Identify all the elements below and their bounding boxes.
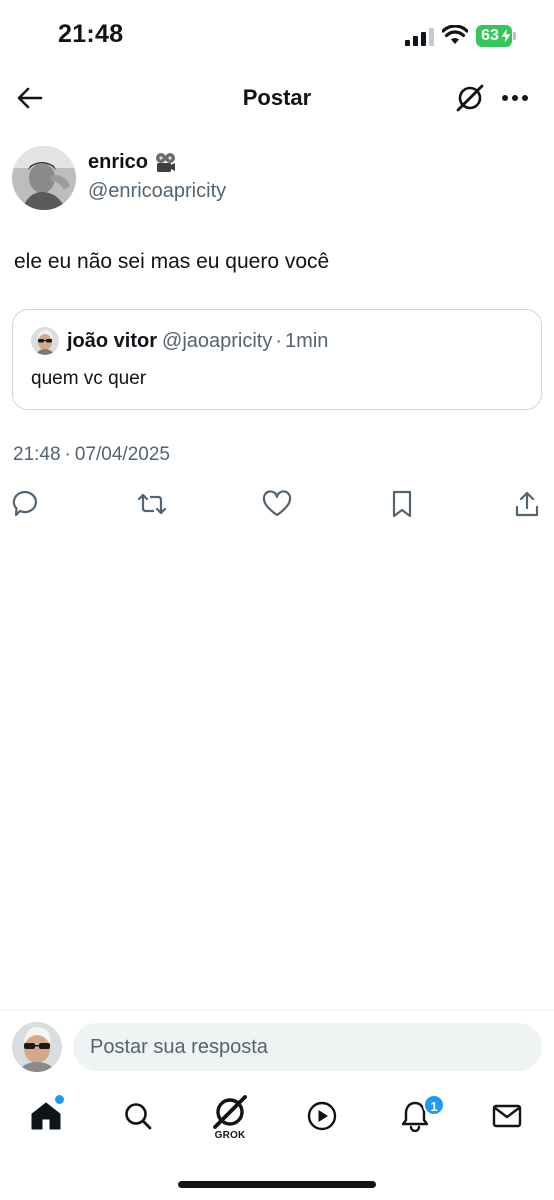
charging-bolt-icon <box>500 28 512 44</box>
quote-time: 1min <box>285 330 329 352</box>
nav-search[interactable] <box>113 1086 163 1146</box>
quote-author-name: joão vitor <box>67 330 158 352</box>
post-time: 21:48 <box>13 444 61 465</box>
repost-icon <box>137 493 167 515</box>
reply-divider <box>0 1010 554 1011</box>
bottom-nav: GROK 1 <box>0 1086 554 1150</box>
quote-author-handle: @jaoapricity <box>162 330 273 352</box>
quote-author-photo <box>31 327 59 355</box>
quoted-post-card[interactable]: joão vitor @jaoapricity · 1min quem vc quer <box>12 309 542 410</box>
grok-icon <box>213 1094 247 1129</box>
grok-icon <box>456 84 484 112</box>
envelope-icon <box>492 1104 522 1128</box>
quote-author-avatar <box>31 327 59 355</box>
home-new-indicator <box>55 1095 64 1104</box>
notifications-badge: 1 <box>423 1094 445 1116</box>
author-photo <box>12 146 76 210</box>
quote-text: quem vc quer <box>31 368 147 389</box>
quote-separator: · <box>275 330 283 352</box>
post-actions <box>0 486 554 522</box>
share-button[interactable] <box>511 488 543 520</box>
header: Postar <box>0 72 554 126</box>
nav-home[interactable] <box>21 1086 71 1146</box>
battery-indicator: 63 <box>476 25 516 47</box>
bookmark-icon <box>392 490 412 518</box>
nav-video[interactable] <box>297 1086 347 1146</box>
share-icon <box>515 491 539 517</box>
nav-grok[interactable]: GROK <box>205 1086 255 1146</box>
reply-input[interactable] <box>73 1023 542 1071</box>
author-handle[interactable]: @enricoapricity <box>88 180 226 203</box>
post-timestamp: 21:48 · 07/04/2025 <box>13 444 170 466</box>
status-time: 21:48 <box>58 20 124 48</box>
home-indicator[interactable] <box>178 1181 376 1188</box>
grok-button[interactable] <box>452 80 488 116</box>
cellular-signal-icon <box>405 28 434 46</box>
heart-icon <box>262 490 292 517</box>
nav-notifications[interactable]: 1 <box>390 1086 445 1146</box>
more-options-button[interactable] <box>497 80 533 116</box>
reply-button[interactable] <box>10 488 42 520</box>
play-icon <box>307 1101 337 1131</box>
reply-icon <box>12 490 37 517</box>
current-user-photo <box>12 1022 62 1072</box>
meta-separator: · <box>64 444 71 465</box>
home-icon <box>31 1102 61 1130</box>
battery-tip <box>513 32 516 40</box>
nav-messages[interactable] <box>482 1086 532 1146</box>
wifi-icon <box>442 25 468 44</box>
search-icon <box>125 1103 152 1130</box>
status-bar: 21:48 63 <box>0 0 554 72</box>
film-camera-emoji-icon <box>156 152 176 172</box>
post-text: ele eu não sei mas eu quero você <box>14 250 330 273</box>
current-user-avatar[interactable] <box>12 1022 62 1072</box>
repost-button[interactable] <box>136 488 168 520</box>
more-dots-icon <box>502 95 528 101</box>
bookmark-button[interactable] <box>386 488 418 520</box>
grok-label: GROK <box>214 1129 246 1141</box>
like-button[interactable] <box>261 488 293 520</box>
author-name[interactable]: enrico <box>88 151 148 174</box>
author-name-row: enrico <box>88 151 176 174</box>
quote-header: joão vitor @jaoapricity · 1min <box>67 330 328 353</box>
post-date: 07/04/2025 <box>74 444 170 465</box>
author-avatar[interactable] <box>12 146 76 210</box>
